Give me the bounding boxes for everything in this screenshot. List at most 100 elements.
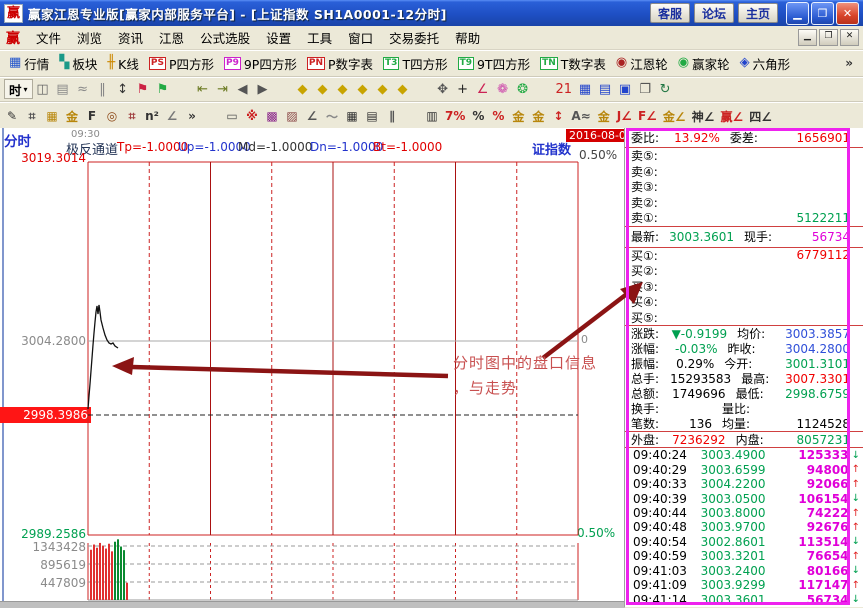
menu-tools[interactable]: 工具 — [299, 26, 340, 49]
menu-window[interactable]: 窗口 — [340, 26, 381, 49]
sep2[interactable] — [273, 79, 293, 99]
gann-shape-button[interactable]: ❁ — [493, 79, 513, 99]
forum-button[interactable]: 论坛 — [694, 3, 734, 23]
wave-tool-button[interactable]: 〜 — [322, 106, 342, 126]
t-number-table-button[interactable]: TN T数字表 — [535, 52, 611, 75]
four-angle-tool-button[interactable]: 四∠ — [746, 106, 775, 126]
price-mark-tool-button[interactable]: ↕ — [548, 106, 568, 126]
home-button[interactable]: 主页 — [738, 3, 778, 23]
customer-service-button[interactable]: 客服 — [650, 3, 690, 23]
menu-file[interactable]: 文件 — [28, 26, 69, 49]
percent-retrace-tool-button[interactable]: 7% — [442, 106, 468, 126]
p-square-button[interactable]: PS P四方形 — [144, 52, 219, 75]
diamond-v-shrink-button[interactable]: ◆ — [393, 79, 413, 99]
last-page-button[interactable]: ⇥ — [213, 79, 233, 99]
angles-tool-button[interactable]: ∠ — [302, 106, 322, 126]
diamond-h-shrink-button[interactable]: ◆ — [353, 79, 373, 99]
fan-lines-tool-button[interactable]: ※ — [242, 106, 262, 126]
calendar-button[interactable]: 21 — [553, 79, 576, 99]
angle-line-tool-button[interactable]: ∠ — [162, 106, 182, 126]
color-flag-button[interactable]: ⚑ — [153, 79, 173, 99]
print-button[interactable]: ❐ — [635, 79, 655, 99]
sep3[interactable] — [413, 79, 433, 99]
red-marker-button[interactable]: ⚑ — [133, 79, 153, 99]
9p-square-button[interactable]: P9 9P四方形 — [219, 52, 302, 75]
kline-button[interactable]: ╫ K线 — [102, 52, 144, 75]
crosshair-button[interactable]: + — [453, 79, 473, 99]
sepB[interactable] — [402, 106, 422, 126]
menu-help[interactable]: 帮助 — [447, 26, 488, 49]
gann-wheel-button[interactable]: ◉ 江恩轮 — [611, 52, 673, 75]
toolbar-overflow-chevron[interactable]: » — [845, 56, 859, 70]
diamond-v-expand-button[interactable]: ◆ — [373, 79, 393, 99]
percent-tool-button[interactable]: % — [468, 106, 488, 126]
dense-grid-tool-button[interactable]: ▦ — [342, 106, 362, 126]
refresh-button[interactable]: ↻ — [655, 79, 675, 99]
sepA[interactable] — [202, 106, 222, 126]
child-minimize-button[interactable]: ▁ — [798, 29, 817, 46]
prev-button[interactable]: ◀ — [233, 79, 253, 99]
close-button[interactable]: ✕ — [836, 2, 859, 25]
shen-angle-tool-button[interactable]: 神∠ — [689, 106, 718, 126]
maximize-button[interactable]: ❐ — [811, 2, 834, 25]
gold-angle-tool-button[interactable]: 金∠ — [660, 106, 689, 126]
price-scale-tool-button[interactable]: ▥ — [422, 106, 442, 126]
hexagon-button[interactable]: ◈ 六角形 — [735, 52, 796, 75]
period-dropdown[interactable]: 时 ▾ — [4, 79, 33, 99]
pencil-tool-button[interactable]: ✎ — [2, 106, 22, 126]
menu-browse[interactable]: 浏览 — [69, 26, 110, 49]
scale-slider-button[interactable]: ↕ — [113, 79, 133, 99]
gann-grid-tool-button[interactable]: ▦ — [42, 106, 62, 126]
t-square-button[interactable]: T3 T四方形 — [378, 52, 453, 75]
next-button[interactable]: ▶ — [253, 79, 273, 99]
menu-settings[interactable]: 设置 — [258, 26, 299, 49]
minimize-button[interactable]: ▁ — [786, 2, 809, 25]
win-angle-tool-button[interactable]: 赢∠ — [717, 106, 746, 126]
quotes-button[interactable]: ▦ 行情 — [4, 52, 54, 75]
bar-chart-button[interactable]: ‖ — [93, 79, 113, 99]
time-grid-tool-button[interactable]: ⌗ — [122, 106, 142, 126]
first-page-button[interactable]: ⇤ — [193, 79, 213, 99]
n2-tool-button[interactable]: n² — [142, 106, 162, 126]
spiral-tool-button[interactable]: ◎ — [102, 106, 122, 126]
measure-button[interactable]: ∠ — [473, 79, 493, 99]
winner-wheel-button[interactable]: ◉ 赢家轮 — [673, 52, 735, 75]
grid-tool-button[interactable]: ⌗ — [22, 106, 42, 126]
draw-overflow[interactable]: » — [182, 106, 202, 126]
child-restore-button[interactable]: ❐ — [819, 29, 838, 46]
diamond-right-button[interactable]: ◆ — [313, 79, 333, 99]
pan-hand-button[interactable]: ✥ — [433, 79, 453, 99]
hatch-box-tool-button[interactable]: ▨ — [282, 106, 302, 126]
menu-formula-stock-pick[interactable]: 公式选股 — [192, 26, 258, 49]
sep1[interactable] — [173, 79, 193, 99]
line-chart-button[interactable]: ≈ — [73, 79, 93, 99]
box-tool-button[interactable]: ▭ — [222, 106, 242, 126]
child-close-button[interactable]: ✕ — [840, 29, 859, 46]
menu-news[interactable]: 资讯 — [110, 26, 151, 49]
cycle-tool-button[interactable]: ❂ — [513, 79, 533, 99]
gann-box-tool-button[interactable]: ▩ — [262, 106, 282, 126]
menu-trade-order[interactable]: 交易委托 — [381, 26, 447, 49]
j-angle-tool-button[interactable]: J∠ — [614, 106, 635, 126]
percent-line-tool-button[interactable]: % — [488, 106, 508, 126]
save-button[interactable]: ▣ — [615, 79, 635, 99]
gold-circle-tool-button[interactable]: 金 — [508, 106, 528, 126]
p-number-table-button[interactable]: PN P数字表 — [302, 52, 378, 75]
parallel-lines-tool-button[interactable]: ∥ — [382, 106, 402, 126]
calculator-button[interactable]: ▦ — [575, 79, 595, 99]
fib-tool-button[interactable]: F — [82, 106, 102, 126]
diamond-h-expand-button[interactable]: ◆ — [333, 79, 353, 99]
gold-square-tool-button[interactable]: 金 — [594, 106, 614, 126]
menu-gann[interactable]: 江恩 — [151, 26, 192, 49]
sparse-grid-tool-button[interactable]: ▤ — [362, 106, 382, 126]
report-button[interactable]: ▤ — [53, 79, 73, 99]
notes-button[interactable]: ▤ — [595, 79, 615, 99]
f-angle-tool-button[interactable]: F∠ — [635, 106, 660, 126]
diamond-left-button[interactable]: ◆ — [293, 79, 313, 99]
sep4[interactable] — [533, 79, 553, 99]
gold-line-tool-button[interactable]: 金 — [528, 106, 548, 126]
9t-square-button[interactable]: T9 9T四方形 — [453, 52, 536, 75]
golden-grid-tool-button[interactable]: 金 — [62, 106, 82, 126]
ab-wave-tool-button[interactable]: A≈ — [568, 106, 593, 126]
sectors-button[interactable]: ▚ 板块 — [54, 52, 102, 75]
